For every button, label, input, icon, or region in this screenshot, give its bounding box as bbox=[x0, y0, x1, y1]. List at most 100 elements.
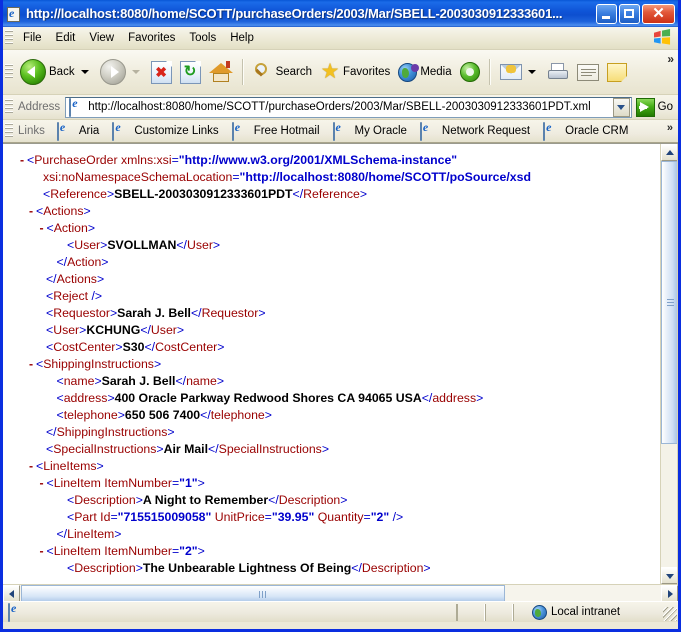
xml-token-ang: > bbox=[213, 238, 220, 252]
menu-gripper[interactable] bbox=[5, 30, 13, 46]
collapse-toggle-icon[interactable]: - bbox=[26, 458, 36, 475]
favorites-button[interactable]: ★ Favorites bbox=[316, 54, 394, 90]
xml-token-ang: /> bbox=[389, 510, 403, 524]
menu-item-favorites[interactable]: Favorites bbox=[121, 30, 182, 46]
xml-token-ang: > bbox=[217, 374, 224, 388]
xml-token-elem: SpecialInstructions bbox=[53, 442, 156, 456]
xml-token-elem: Part bbox=[74, 510, 97, 524]
back-dropdown-caret-icon[interactable] bbox=[81, 70, 89, 74]
xml-token-attr: Id bbox=[100, 510, 110, 524]
links-label: Links bbox=[16, 125, 49, 137]
xml-token-elem: CostCenter bbox=[155, 340, 217, 354]
collapse-toggle-icon[interactable]: - bbox=[37, 220, 47, 237]
toolbar-overflow-chevron-icon[interactable]: » bbox=[667, 52, 674, 66]
collapse-toggle-icon[interactable]: - bbox=[26, 203, 36, 220]
discuss-button[interactable] bbox=[603, 54, 631, 90]
search-button[interactable]: Search bbox=[249, 54, 316, 90]
xml-token-ang: > bbox=[322, 442, 329, 456]
media-button[interactable]: Media bbox=[394, 54, 455, 90]
stop-button[interactable]: ✖ bbox=[147, 54, 176, 90]
toolbar-gripper[interactable] bbox=[5, 64, 13, 80]
mail-dropdown-caret-icon[interactable] bbox=[528, 70, 536, 74]
forward-button[interactable] bbox=[96, 54, 147, 90]
go-arrow-icon bbox=[636, 98, 655, 117]
xml-token-elem: Action bbox=[54, 221, 88, 235]
address-dropdown-button[interactable] bbox=[613, 98, 630, 117]
xml-token-elem: Description bbox=[74, 561, 136, 575]
xml-token-ang: < bbox=[47, 221, 54, 235]
collapse-toggle-icon[interactable]: - bbox=[37, 543, 47, 560]
menu-item-edit[interactable]: Edit bbox=[49, 30, 83, 46]
status-bar: Local intranet bbox=[3, 601, 678, 622]
menu-item-tools[interactable]: Tools bbox=[182, 30, 223, 46]
link-customize-links[interactable]: Customize Links bbox=[104, 123, 223, 139]
back-button[interactable]: Back bbox=[16, 54, 96, 90]
link-label: Network Request bbox=[442, 125, 530, 137]
print-button[interactable] bbox=[543, 54, 573, 90]
collapse-toggle-icon[interactable]: - bbox=[37, 475, 47, 492]
maximize-button[interactable] bbox=[619, 4, 640, 24]
xml-token-ang: > bbox=[154, 357, 161, 371]
scroll-left-button[interactable] bbox=[3, 585, 20, 602]
close-button[interactable]: ✕ bbox=[642, 4, 675, 24]
xml-token-attr: Quantity bbox=[318, 510, 364, 524]
xml-line: <User>KCHUNG</User> bbox=[3, 322, 677, 339]
link-aria[interactable]: Aria bbox=[49, 123, 104, 139]
go-button[interactable]: Go bbox=[632, 98, 678, 117]
status-cell-2 bbox=[485, 604, 513, 621]
edit-page-icon bbox=[577, 64, 599, 81]
minimize-button[interactable] bbox=[596, 4, 617, 24]
xml-token-elem: ShippingInstructions bbox=[43, 357, 154, 371]
menu-bar: File Edit View Favorites Tools Help bbox=[3, 27, 678, 50]
refresh-icon: ↻ bbox=[180, 61, 201, 84]
title-bar[interactable]: http://localhost:8080/home/SCOTT/purchas… bbox=[3, 0, 678, 27]
xml-tree-view[interactable]: -<PurchaseOrder xmlns:xsi="http://www.w3… bbox=[3, 144, 678, 584]
xml-token-elem: Description bbox=[74, 493, 136, 507]
security-zone-indicator[interactable]: Local intranet bbox=[513, 604, 678, 621]
xml-token-ang: </ bbox=[57, 255, 68, 269]
collapse-toggle-icon[interactable]: - bbox=[17, 152, 27, 169]
vertical-scroll-track[interactable] bbox=[661, 444, 678, 567]
links-gripper[interactable] bbox=[5, 123, 13, 139]
xml-token-ang: < bbox=[47, 544, 54, 558]
xml-token-elem: Actions bbox=[43, 204, 83, 218]
browser-window: http://localhost:8080/home/SCOTT/purchas… bbox=[0, 0, 681, 632]
link-my-oracle[interactable]: My Oracle bbox=[325, 123, 412, 139]
menu-item-view[interactable]: View bbox=[82, 30, 121, 46]
globe-icon bbox=[532, 605, 547, 620]
link-oracle-crm[interactable]: Oracle CRM bbox=[535, 123, 633, 139]
links-overflow-chevron-icon[interactable]: » bbox=[667, 122, 673, 134]
vertical-scroll-thumb[interactable] bbox=[661, 161, 678, 444]
xml-token-ang: > bbox=[476, 391, 483, 405]
xml-token-elem: LineItem bbox=[67, 527, 114, 541]
resize-grip[interactable] bbox=[663, 607, 677, 621]
xml-line: </LineItem> bbox=[3, 526, 677, 543]
horizontal-scrollbar[interactable] bbox=[3, 584, 678, 601]
edit-button[interactable] bbox=[573, 54, 603, 90]
navigation-toolbar: Back ✖ ↻ Search ★ Favorites bbox=[3, 50, 678, 95]
xml-token-ang: > bbox=[84, 204, 91, 218]
xml-token-ang: </ bbox=[176, 238, 187, 252]
menu-item-file[interactable]: File bbox=[16, 30, 49, 46]
xml-token-ang: < bbox=[57, 374, 64, 388]
scroll-right-button[interactable] bbox=[661, 585, 678, 602]
collapse-toggle-icon[interactable]: - bbox=[26, 356, 36, 373]
xml-token-ang: > bbox=[88, 221, 95, 235]
scroll-up-button[interactable] bbox=[661, 144, 678, 161]
horizontal-scroll-thumb[interactable] bbox=[21, 585, 505, 602]
xml-token-txt: The Unbearable Lightness Of Being bbox=[143, 561, 351, 575]
history-button[interactable] bbox=[456, 54, 484, 90]
home-button[interactable] bbox=[205, 54, 237, 90]
menu-item-help[interactable]: Help bbox=[223, 30, 261, 46]
link-free-hotmail[interactable]: Free Hotmail bbox=[224, 123, 325, 139]
vertical-scrollbar[interactable] bbox=[660, 144, 677, 584]
scroll-down-button[interactable] bbox=[661, 567, 678, 584]
forward-dropdown-caret-icon[interactable] bbox=[132, 70, 140, 74]
link-network-request[interactable]: Network Request bbox=[412, 123, 535, 139]
mail-button[interactable] bbox=[496, 54, 543, 90]
address-gripper[interactable] bbox=[5, 99, 13, 115]
refresh-button[interactable]: ↻ bbox=[176, 54, 205, 90]
xml-token-ang: > bbox=[107, 391, 114, 405]
ie-page-icon bbox=[543, 123, 559, 139]
address-input[interactable]: http://localhost:8080/home/SCOTT/purchas… bbox=[65, 97, 631, 118]
